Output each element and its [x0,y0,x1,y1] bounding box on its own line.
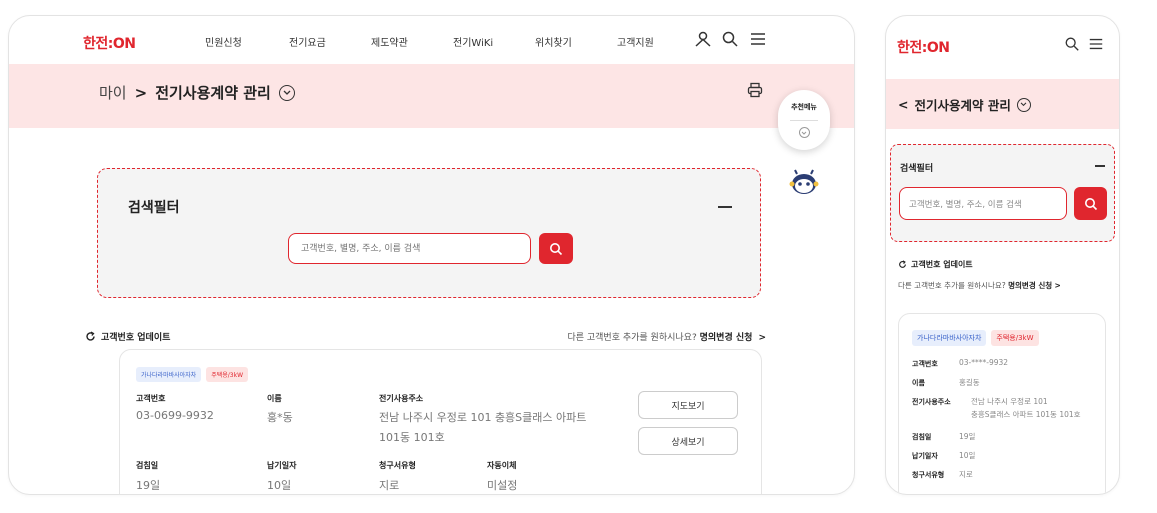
breadcrumb-root[interactable]: 마이 [99,82,127,103]
update-label: 고객번호 업데이트 [101,333,171,343]
card-tags: 가나다라마바사아자차 주택용/3kW [136,367,249,382]
search-icon[interactable] [1064,36,1080,52]
label-bill-type: 청구서유형 [912,471,945,479]
value-address-line2: 101동 101호 [379,431,445,444]
value-auto-pay: 미설정 [487,479,518,492]
back-icon[interactable]: < [898,97,908,112]
search-filter: 검색필터 [97,168,761,298]
label-name: 이름 [912,379,925,387]
value-address-line1: 전남 나주시 우정로 101 충흥S클래스 아파트 [379,411,587,424]
label-address: 전기사용주소 [912,398,951,406]
collapse-icon[interactable] [718,206,732,208]
name-change-request[interactable]: 다른 고객번호 추가를 원하시나요? 명의변경 신청 > [567,330,766,343]
nav-item-wiki[interactable]: 전기WiKi [453,34,493,49]
name-change-request[interactable]: 다른 고객번호 추가를 원하시나요? 명의변경 신청 > [898,280,1061,291]
value-name: 홍*동 [267,411,293,424]
value-customer-no: 03-****-9932 [959,358,1009,367]
filter-title: 검색필터 [900,164,934,174]
refresh-icon [86,331,95,341]
mobile-title: < 전기사용계약 관리 [898,95,1031,114]
label-address: 전기사용주소 [379,394,424,403]
nav-item-civil[interactable]: 민원신청 [205,34,242,49]
value-bill-type: 지로 [379,479,400,492]
recommended-menu-label: 추천메뉴 [791,103,817,111]
user-icon[interactable] [694,30,712,48]
chevron-right-icon: > [1054,281,1061,290]
chevron-right-icon: > [134,83,148,102]
nav-item-bill[interactable]: 전기요금 [289,34,326,49]
refresh-icon [899,260,906,268]
menu-icon[interactable] [1088,36,1104,52]
value-due-day: 10일 [267,479,292,492]
search-filter: 검색필터 고객번호, 별명, 주소, 이름 검색 [890,144,1115,242]
label-customer-no: 고객번호 [136,394,166,403]
request-text: 다른 고객번호 추가를 원하시나요? [567,333,697,343]
title-band: 마이 > 전기사용계약 관리 [9,64,854,128]
chevron-down-icon[interactable] [1016,97,1031,112]
mobile-panel: 한전:ON < 전기사용계약 관리 검색필터 고객번호, 별명, 주소, 이름 … [885,15,1120,495]
search-button[interactable] [1074,187,1107,220]
label-meter-day: 검침일 [136,461,159,470]
page-title: 전기사용계약 관리 [155,84,271,102]
nav-item-terms[interactable]: 제도약관 [371,34,408,49]
value-due-day: 10일 [959,451,976,460]
card-tags: 가나다라마바사아자차 주택용/3kW [912,330,1039,346]
chevron-right-icon: > [755,333,766,343]
contract-type-tag: 주택용/3kW [991,330,1039,346]
value-meter-day: 19일 [959,432,976,441]
contract-type-tag: 주택용/3kW [206,367,249,382]
search-input[interactable] [288,233,531,264]
value-name: 홍길동 [959,378,980,387]
nickname-tag: 가나다라마바사아자차 [136,367,202,382]
print-icon[interactable] [747,82,763,98]
chevron-down-icon[interactable] [278,84,295,101]
label-auto-pay: 자동이체 [487,461,517,470]
value-address-line2: 충흥S클래스 아파트 101동 101호 [971,410,1081,419]
contract-card: 가나다라마바사아자차 주택용/3kW 고객번호 03-****-9932 이름 … [898,313,1106,494]
search-icon [1084,197,1097,210]
divider [790,120,818,121]
label-due-day: 납기일자 [912,452,938,460]
kepco-logo[interactable]: 한전:ON [897,37,950,57]
collapse-icon[interactable] [1095,165,1105,167]
map-button[interactable]: 지도보기 [638,391,738,419]
breadcrumb: 마이 > 전기사용계약 관리 [99,82,295,103]
request-link[interactable]: 명의변경 신청 [700,333,753,343]
nav-item-support[interactable]: 고객지원 [617,34,654,49]
nickname-tag: 가나다라마바사아자차 [912,330,987,346]
nav-item-location[interactable]: 위치찾기 [535,34,572,49]
filter-title: 검색필터 [128,200,180,216]
contract-card: 가나다라마바사아자차 주택용/3kW 고객번호 03-0699-9932 이름 … [119,349,762,494]
value-customer-no: 03-0699-9932 [136,409,214,422]
update-label: 고객번호 업데이트 [911,260,973,269]
customer-number-update[interactable]: 고객번호 업데이트 [85,330,170,343]
search-input[interactable]: 고객번호, 별명, 주소, 이름 검색 [899,187,1067,220]
kepco-logo[interactable]: 한전:ON [83,33,136,53]
value-address-line1: 전남 나주시 우정로 101 [971,397,1048,406]
desktop-panel: 한전:ON 민원신청 전기요금 제도약관 전기WiKi 위치찾기 고객지원 마이… [8,15,855,495]
value-meter-day: 19일 [136,479,161,492]
top-navigation: 한전:ON 민원신청 전기요금 제도약관 전기WiKi 위치찾기 고객지원 [9,16,854,64]
request-text: 다른 고객번호 추가를 원하시나요? [898,281,1006,290]
value-bill-type: 지로 [959,470,973,479]
menu-icon[interactable] [749,30,767,48]
search-icon[interactable] [721,30,739,48]
label-due-day: 납기일자 [267,461,297,470]
search-icon [550,242,563,255]
title-band: < 전기사용계약 관리 [886,79,1119,129]
chatbot-robot-icon[interactable] [789,168,819,196]
label-meter-day: 검침일 [912,433,932,441]
request-link[interactable]: 명의변경 신청 [1008,281,1052,290]
label-name: 이름 [267,394,282,403]
detail-button[interactable]: 상세보기 [638,427,738,455]
search-button[interactable] [539,233,573,264]
label-bill-type: 청구서유형 [379,461,416,470]
recommended-menu[interactable]: 추천메뉴 [778,90,830,150]
chevron-down-icon[interactable] [798,127,810,138]
customer-number-update[interactable]: 고객번호 업데이트 [898,259,973,270]
label-customer-no: 고객번호 [912,360,938,368]
page-title: 전기사용계약 관리 [914,98,1011,113]
